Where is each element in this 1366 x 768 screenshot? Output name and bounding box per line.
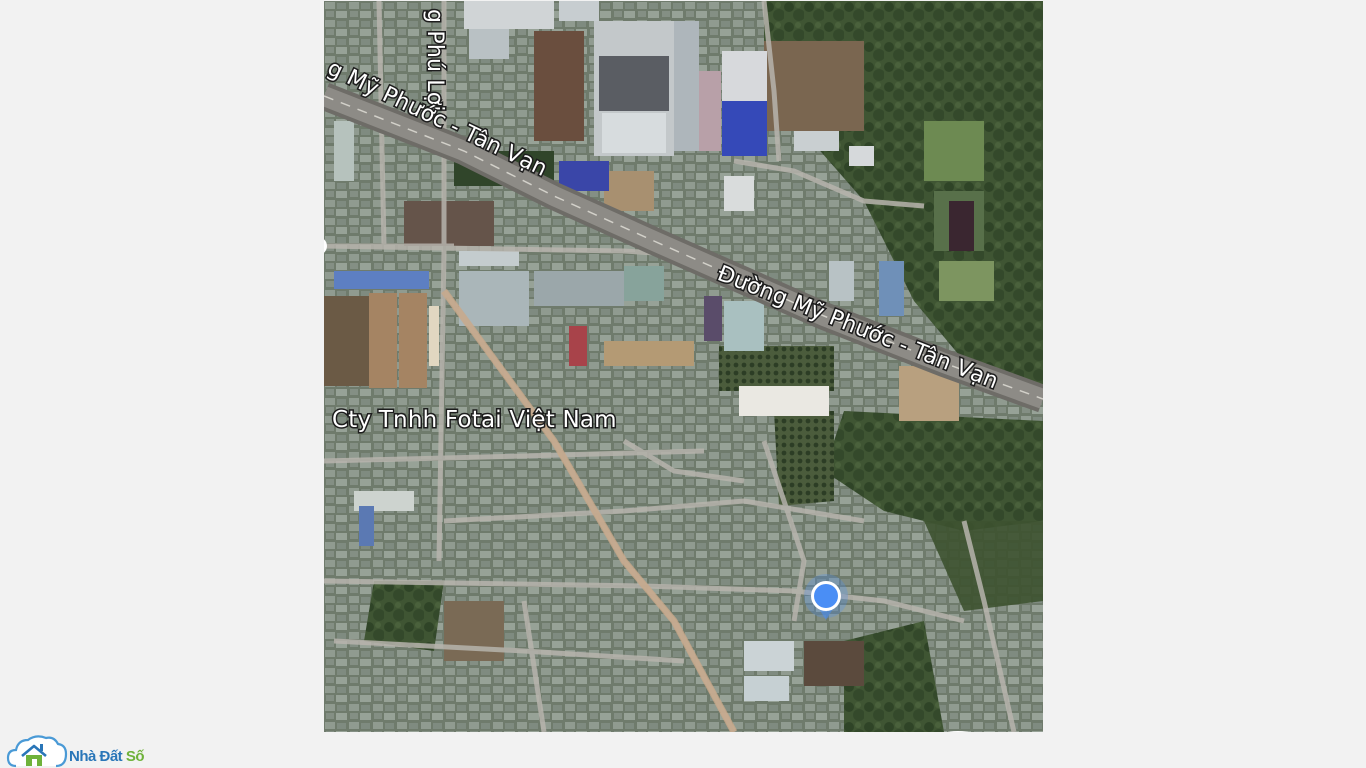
page-canvas: g Phú Lợi g Mỹ Phước - Tân Vạn Đường Mỹ … xyxy=(0,0,1366,768)
road-label-phu-loi: g Phú Lợi xyxy=(422,9,447,112)
brand-watermark: Nhà Đất Số xyxy=(6,732,166,768)
brand-name-part-b: Số xyxy=(125,748,145,765)
map-imagery: g Phú Lợi g Mỹ Phước - Tân Vạn Đường Mỹ … xyxy=(324,1,1043,732)
brand-name: Nhà Đất Số xyxy=(69,748,145,765)
poi-label-fotai: Cty Tnhh Fotai Việt Nam xyxy=(332,407,617,433)
house-cloud-logo-icon xyxy=(6,735,68,768)
brand-name-part-a: Nhà Đất xyxy=(69,748,123,765)
satellite-map[interactable]: g Phú Lợi g Mỹ Phước - Tân Vạn Đường Mỹ … xyxy=(324,1,1043,732)
